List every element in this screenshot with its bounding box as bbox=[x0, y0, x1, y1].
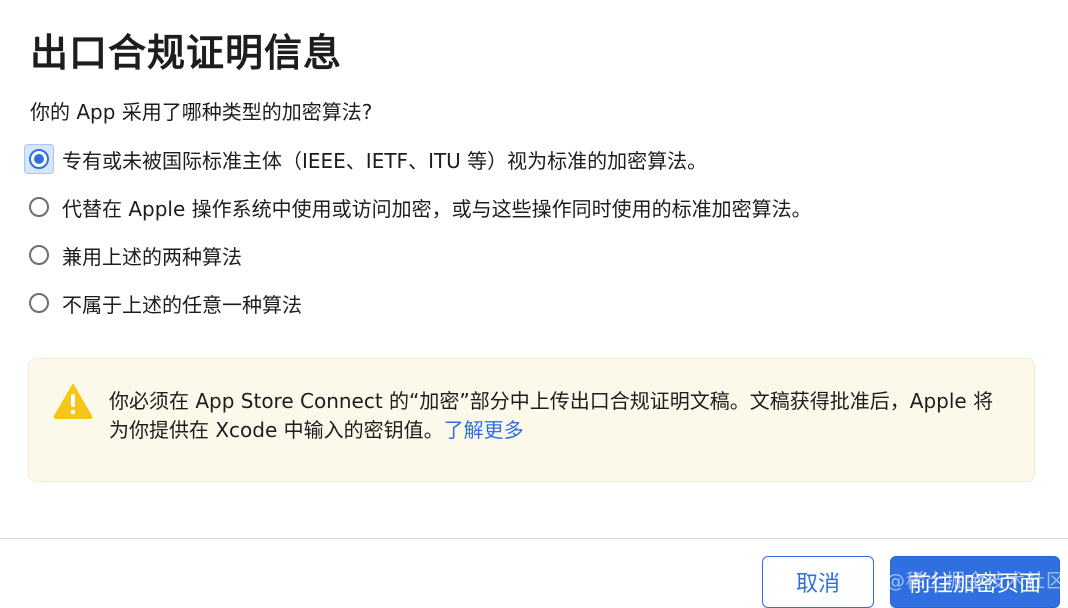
option-label: 兼用上述的两种算法 bbox=[62, 244, 242, 269]
radio-button[interactable] bbox=[29, 149, 49, 169]
option-none[interactable]: 不属于上述的任意一种算法 bbox=[24, 284, 812, 322]
option-label: 不属于上述的任意一种算法 bbox=[62, 292, 302, 317]
radio-wrap bbox=[24, 288, 54, 318]
option-standard[interactable]: 代替在 Apple 操作系统中使用或访问加密，或与这些操作同时使用的标准加密算法… bbox=[24, 188, 812, 226]
radio-button[interactable] bbox=[29, 245, 49, 265]
notice-box: 你必须在 App Store Connect 的“加密”部分中上传出口合规证明文… bbox=[28, 358, 1035, 482]
option-label: 代替在 Apple 操作系统中使用或访问加密，或与这些操作同时使用的标准加密算法… bbox=[62, 196, 812, 221]
option-proprietary[interactable]: 专有或未被国际标准主体（IEEE、IETF、ITU 等）视为标准的加密算法。 bbox=[24, 140, 812, 178]
learn-more-link[interactable]: 了解更多 bbox=[444, 418, 524, 442]
option-label: 专有或未被国际标准主体（IEEE、IETF、ITU 等）视为标准的加密算法。 bbox=[62, 148, 708, 173]
radio-button[interactable] bbox=[29, 197, 49, 217]
warning-icon bbox=[53, 384, 93, 419]
page-title: 出口合规证明信息 bbox=[30, 31, 343, 75]
notice-message: 你必须在 App Store Connect 的“加密”部分中上传出口合规证明文… bbox=[109, 389, 994, 442]
option-both[interactable]: 兼用上述的两种算法 bbox=[24, 236, 812, 274]
radio-wrap bbox=[24, 240, 54, 270]
notice-text: 你必须在 App Store Connect 的“加密”部分中上传出口合规证明文… bbox=[109, 387, 1009, 445]
encryption-options: 专有或未被国际标准主体（IEEE、IETF、ITU 等）视为标准的加密算法。 代… bbox=[24, 140, 812, 332]
question-label: 你的 App 采用了哪种类型的加密算法? bbox=[30, 100, 373, 124]
radio-focus-ring bbox=[24, 144, 54, 174]
radio-button[interactable] bbox=[29, 293, 49, 313]
go-to-encryption-page-button[interactable]: 前往加密页面 bbox=[890, 556, 1060, 608]
footer-divider bbox=[0, 538, 1068, 539]
cancel-button[interactable]: 取消 bbox=[762, 556, 874, 608]
radio-wrap bbox=[24, 192, 54, 222]
